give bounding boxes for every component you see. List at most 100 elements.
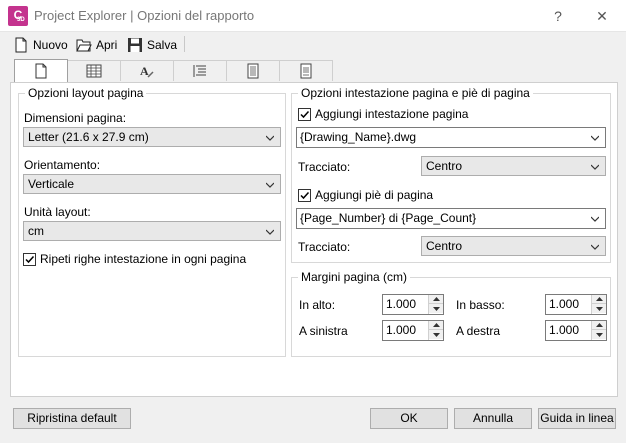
add-footer-checkbox[interactable]: Aggiungi piè di pagina xyxy=(298,188,433,202)
page-size-label: Dimensioni pagina: xyxy=(24,111,127,125)
tab-table[interactable] xyxy=(67,60,121,81)
chevron-down-icon xyxy=(266,229,274,235)
spin-up-button[interactable] xyxy=(429,295,443,304)
margin-bottom-value: 1.000 xyxy=(549,297,580,311)
spin-down-button[interactable] xyxy=(429,330,443,339)
units-select[interactable]: cm xyxy=(23,221,281,241)
new-label: Nuovo xyxy=(33,38,68,52)
open-folder-icon xyxy=(76,39,92,52)
save-button[interactable]: Salva xyxy=(127,35,177,55)
app-logo-sub: 3D xyxy=(17,17,25,23)
caret-up-icon xyxy=(595,323,603,327)
caret-down-icon xyxy=(432,306,440,311)
cancel-button[interactable]: Annulla xyxy=(454,408,532,429)
reset-defaults-button[interactable]: Ripristina default xyxy=(13,408,131,429)
caret-down-icon xyxy=(432,332,440,337)
footer-text-input[interactable]: {Page_Number} di {Page_Count} xyxy=(296,208,606,229)
header-align-label: Tracciato: xyxy=(298,160,351,174)
header-align-value: Centro xyxy=(426,159,463,173)
margin-bottom-label: In basso: xyxy=(456,298,505,312)
caret-down-icon xyxy=(595,332,603,337)
orientation-select[interactable]: Verticale xyxy=(23,174,281,194)
margin-top-label: In alto: xyxy=(299,298,336,312)
footer-text-value: {Page_Number} di {Page_Count} xyxy=(300,211,477,225)
list-lines-icon xyxy=(193,65,206,77)
orientation-label: Orientamento: xyxy=(24,158,101,172)
new-button[interactable]: Nuovo xyxy=(13,35,68,55)
app-logo-icon: C 3D xyxy=(8,6,28,26)
document-lines-alt-icon xyxy=(300,63,312,79)
margin-left-spinner[interactable]: 1.000 xyxy=(382,320,444,341)
chevron-down-icon xyxy=(266,135,274,141)
spin-up-button[interactable] xyxy=(592,295,606,304)
footer-align-select[interactable]: Centro xyxy=(421,236,606,256)
help-button[interactable]: ? xyxy=(536,0,580,32)
units-value: cm xyxy=(28,224,44,238)
text-format-icon: A xyxy=(140,64,154,78)
caret-down-icon xyxy=(595,306,603,311)
margin-right-spinner[interactable]: 1.000 xyxy=(545,320,607,341)
margin-left-value: 1.000 xyxy=(386,323,417,337)
add-footer-label: Aggiungi piè di pagina xyxy=(315,188,434,202)
units-label: Unità layout: xyxy=(24,205,91,219)
header-text-value: {Drawing_Name}.dwg xyxy=(300,130,417,144)
tab-text-format[interactable]: A xyxy=(120,60,174,81)
chevron-down-icon xyxy=(591,135,599,141)
tab-list-lines[interactable] xyxy=(173,60,227,81)
repeat-header-checkbox[interactable]: Ripeti righe intestazione in ogni pagina xyxy=(23,252,246,266)
add-header-label: Aggiungi intestazione pagina xyxy=(315,107,469,121)
toolbar-separator xyxy=(184,36,185,52)
chevron-down-icon xyxy=(591,244,599,250)
tab-panel: Opzioni layout pagina Dimensioni pagina:… xyxy=(10,82,618,397)
spin-down-button[interactable] xyxy=(592,304,606,313)
open-label: Apri xyxy=(96,38,118,52)
ok-button[interactable]: OK xyxy=(370,408,448,429)
checkbox-box[interactable] xyxy=(23,252,36,266)
header-text-input[interactable]: {Drawing_Name}.dwg xyxy=(296,127,606,148)
margins-title: Margini pagina (cm) xyxy=(298,270,411,284)
margin-bottom-spinner[interactable]: 1.000 xyxy=(545,294,607,315)
tab-page[interactable] xyxy=(14,59,68,82)
margin-left-label: A sinistra xyxy=(299,324,348,338)
spin-up-button[interactable] xyxy=(429,321,443,330)
spin-down-button[interactable] xyxy=(429,304,443,313)
table-icon xyxy=(86,64,102,78)
tab-document-lines[interactable] xyxy=(226,60,280,81)
spin-down-button[interactable] xyxy=(592,330,606,339)
repeat-header-label: Ripeti righe intestazione in ogni pagina xyxy=(40,252,247,266)
orientation-value: Verticale xyxy=(28,177,75,191)
svg-text:A: A xyxy=(140,64,149,78)
margin-top-spinner[interactable]: 1.000 xyxy=(382,294,444,315)
caret-up-icon xyxy=(595,297,603,301)
page-icon xyxy=(35,63,47,79)
new-document-icon xyxy=(15,37,27,53)
chevron-down-icon xyxy=(591,216,599,222)
chevron-down-icon xyxy=(266,182,274,188)
footer-align-label: Tracciato: xyxy=(298,240,351,254)
save-label: Salva xyxy=(147,38,178,52)
window-title: Project Explorer | Opzioni del rapporto xyxy=(34,8,255,23)
header-footer-title: Opzioni intestazione pagina e piè di pag… xyxy=(298,86,533,100)
margin-right-label: A destra xyxy=(456,324,501,338)
checkbox-box[interactable] xyxy=(298,188,311,202)
margin-right-value: 1.000 xyxy=(549,323,580,337)
add-header-checkbox[interactable]: Aggiungi intestazione pagina xyxy=(298,107,468,121)
caret-up-icon xyxy=(432,323,440,327)
spin-up-button[interactable] xyxy=(592,321,606,330)
online-help-button[interactable]: Guida in linea xyxy=(538,408,616,429)
open-button[interactable]: Apri xyxy=(76,35,117,55)
chevron-down-icon xyxy=(591,164,599,170)
tab-document-lines-alt[interactable] xyxy=(279,60,333,81)
document-lines-icon xyxy=(247,63,259,79)
checkmark-icon xyxy=(300,110,310,118)
caret-up-icon xyxy=(432,297,440,301)
header-align-select[interactable]: Centro xyxy=(421,156,606,176)
margins-group: Margini pagina (cm) In alto: 1.000 In ba… xyxy=(291,270,611,357)
checkmark-icon xyxy=(300,191,310,199)
close-button[interactable]: ✕ xyxy=(580,0,624,32)
checkmark-icon xyxy=(25,255,35,263)
save-disk-icon xyxy=(128,38,142,52)
page-size-select[interactable]: Letter (21.6 x 27.9 cm) xyxy=(23,127,281,147)
layout-options-group: Opzioni layout pagina Dimensioni pagina:… xyxy=(18,86,286,357)
checkbox-box[interactable] xyxy=(298,107,311,121)
